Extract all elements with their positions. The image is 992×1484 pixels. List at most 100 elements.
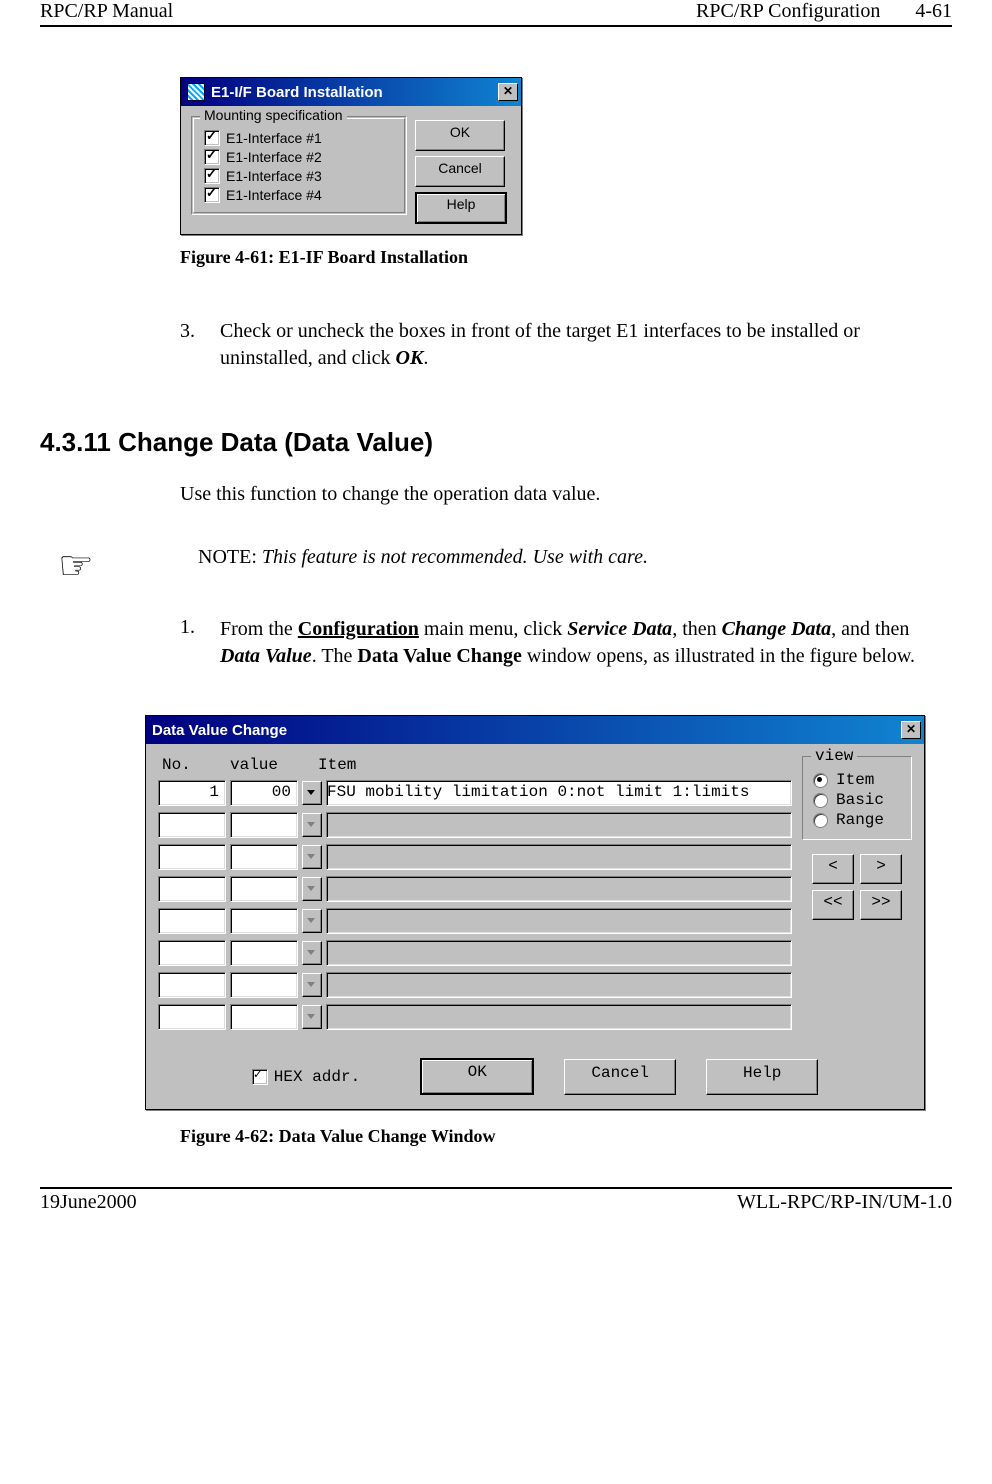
item-field <box>326 812 792 838</box>
value-field[interactable] <box>230 812 298 838</box>
ok-button[interactable]: OK <box>420 1058 534 1095</box>
note-label: NOTE: <box>198 546 262 568</box>
section-4-3-11-title: 4.3.11 Change Data (Data Value) <box>40 427 952 458</box>
e1-interface-checkbox[interactable] <box>204 149 220 165</box>
hex-addr-label: HEX addr. <box>274 1068 360 1086</box>
hex-addr-checkbox[interactable] <box>252 1069 268 1085</box>
value-field[interactable] <box>230 1004 298 1030</box>
checkbox-label: E1-Interface #3 <box>226 168 322 184</box>
e1-interface-checkbox[interactable] <box>204 187 220 203</box>
col-header-no: No. <box>162 756 222 774</box>
table-row <box>158 972 792 998</box>
system-menu-icon[interactable] <box>187 83 205 101</box>
dialog-titlebar: Data Value Change ✕ <box>146 716 924 744</box>
dropdown-icon <box>302 941 322 965</box>
close-icon[interactable]: ✕ <box>901 721 921 739</box>
t: , and then <box>831 618 909 640</box>
radio-row: Basic <box>813 791 901 809</box>
help-button[interactable]: Help <box>415 192 507 224</box>
menu-service-data: Service Data <box>567 618 672 640</box>
header-page-num: 4-61 <box>915 0 952 22</box>
pointing-hand-icon: ☞ <box>40 546 198 586</box>
no-field[interactable] <box>158 972 226 998</box>
checkbox-row: E1-Interface #1 <box>204 130 394 146</box>
dropdown-icon[interactable] <box>302 781 322 805</box>
nav-prev-button[interactable]: < <box>812 854 854 884</box>
nav-last-button[interactable]: >> <box>860 890 902 920</box>
t: window opens, as illustrated in the figu… <box>522 645 915 667</box>
header-right: RPC/RP Configuration 4-61 <box>696 0 952 23</box>
radio-label: Item <box>836 771 874 789</box>
table-row <box>158 844 792 870</box>
dialog-title: Data Value Change <box>152 722 287 739</box>
nav-first-button[interactable]: << <box>812 890 854 920</box>
view-radio[interactable] <box>813 773 828 788</box>
value-field[interactable] <box>230 908 298 934</box>
checkbox-row: E1-Interface #2 <box>204 149 394 165</box>
no-field[interactable] <box>158 812 226 838</box>
footer-right: WLL-RPC/RP-IN/UM-1.0 <box>737 1191 952 1214</box>
item-field <box>326 972 792 998</box>
ok-button[interactable]: OK <box>415 120 505 151</box>
figure-61-caption: Figure 4-61: E1-IF Board Installation <box>180 247 952 268</box>
radio-label: Basic <box>836 791 884 809</box>
nav-next-button[interactable]: > <box>860 854 902 884</box>
close-icon[interactable]: ✕ <box>498 83 518 101</box>
value-field[interactable] <box>230 972 298 998</box>
table-row <box>158 908 792 934</box>
no-field[interactable] <box>158 908 226 934</box>
item-field <box>326 844 792 870</box>
menu-change-data: Change Data <box>722 618 831 640</box>
radio-label: Range <box>836 811 884 829</box>
mounting-spec-group: Mounting specification E1-Interface #1E1… <box>191 116 407 215</box>
no-field[interactable]: 1 <box>158 780 226 806</box>
checkbox-row: E1-Interface #4 <box>204 187 394 203</box>
no-field[interactable] <box>158 876 226 902</box>
dropdown-icon <box>302 909 322 933</box>
e1-interface-checkbox[interactable] <box>204 168 220 184</box>
table-row <box>158 812 792 838</box>
checkbox-label: E1-Interface #2 <box>226 149 322 165</box>
note-body: This feature is not recommended. Use wit… <box>262 546 648 568</box>
no-field[interactable] <box>158 940 226 966</box>
view-group: view ItemBasicRange <box>802 756 912 840</box>
table-row: 100 FSU mobility limitation 0:not limit 1… <box>158 780 792 806</box>
col-header-value: value <box>230 756 310 774</box>
table-row <box>158 1004 792 1030</box>
dialog-titlebar: E1-I/F Board Installation ✕ <box>181 78 521 106</box>
radio-row: Item <box>813 771 901 789</box>
menu-data-value: Data Value <box>220 645 312 667</box>
section-intro: Use this function to change the operatio… <box>180 483 952 506</box>
value-field[interactable]: 00 <box>230 780 298 806</box>
e1-interface-checkbox[interactable] <box>204 130 220 146</box>
table-row <box>158 876 792 902</box>
no-field[interactable] <box>158 1004 226 1030</box>
cancel-button[interactable]: Cancel <box>564 1059 676 1095</box>
header-left: RPC/RP Manual <box>40 0 173 23</box>
view-radio[interactable] <box>813 793 828 808</box>
item-field <box>326 876 792 902</box>
item-field: FSU mobility limitation 0:not limit 1:li… <box>326 780 792 806</box>
header-section: RPC/RP Configuration <box>696 0 880 22</box>
cancel-button[interactable]: Cancel <box>415 156 505 187</box>
view-legend: view <box>811 747 857 765</box>
help-button[interactable]: Help <box>706 1059 818 1095</box>
data-value-change-dialog: Data Value Change ✕ No. value Item 100 FS… <box>145 715 925 1110</box>
checkbox-label: E1-Interface #1 <box>226 130 322 146</box>
t: , then <box>672 618 721 640</box>
value-field[interactable] <box>230 844 298 870</box>
radio-row: Range <box>813 811 901 829</box>
t: main menu, click <box>419 618 567 640</box>
view-radio[interactable] <box>813 813 828 828</box>
step3-ok: OK <box>396 347 424 369</box>
dropdown-icon <box>302 1005 322 1029</box>
value-field[interactable] <box>230 940 298 966</box>
dialog-title: E1-I/F Board Installation <box>211 84 383 101</box>
dropdown-icon <box>302 845 322 869</box>
step3-text-b: . <box>423 347 428 369</box>
item-field <box>326 940 792 966</box>
t: . The <box>312 645 358 667</box>
value-field[interactable] <box>230 876 298 902</box>
no-field[interactable] <box>158 844 226 870</box>
step3-text-a: Check or uncheck the boxes in front of t… <box>220 320 860 369</box>
